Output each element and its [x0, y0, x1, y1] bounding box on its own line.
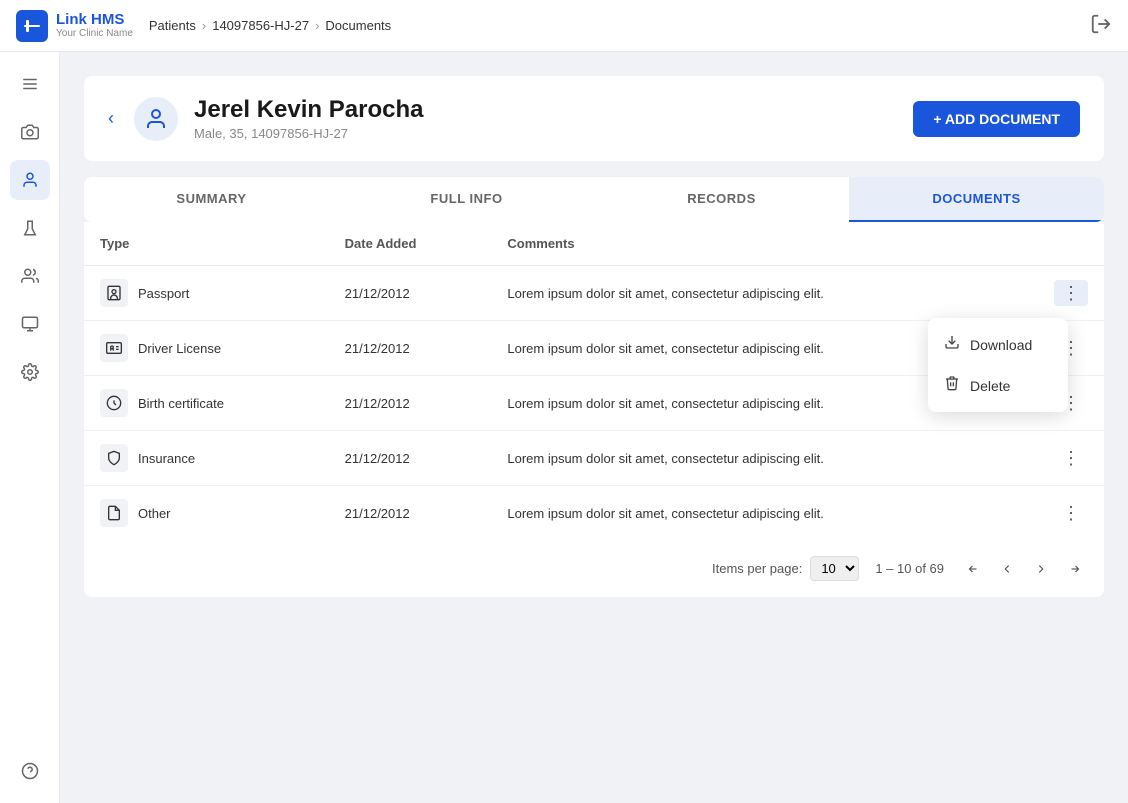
row-date-cell: 21/12/2012 — [329, 431, 492, 486]
topbar: Link HMS Your Clinic Name Patients › 140… — [0, 0, 1128, 52]
doc-type-label: Other — [138, 506, 171, 521]
breadcrumb-patient-id[interactable]: 14097856-HJ-27 — [212, 18, 309, 33]
breadcrumb-sep2: › — [315, 18, 319, 33]
tabs: SUMMARY FULL INFO RECORDS DOCUMENTS — [84, 177, 1104, 222]
tab-fullinfo[interactable]: FULL INFO — [339, 177, 594, 222]
doc-type-label: Passport — [138, 286, 189, 301]
last-page-button[interactable] — [1062, 558, 1088, 580]
download-label: Download — [970, 337, 1032, 353]
row-comment-cell: Lorem ipsum dolor sit amet, consectetur … — [491, 486, 1038, 541]
context-menu: Download Delete — [928, 318, 1068, 412]
row-comment-cell: Lorem ipsum dolor sit amet, consectetur … — [491, 266, 1038, 321]
birth-certificate-icon — [100, 389, 128, 417]
patient-card: ‹ Jerel Kevin Parocha Male, 35, 14097856… — [84, 76, 1104, 161]
row-more-button[interactable]: ⋮ — [1054, 500, 1088, 526]
passport-icon — [100, 279, 128, 307]
items-per-page-label: Items per page: — [712, 561, 802, 576]
prev-page-button[interactable] — [994, 558, 1020, 580]
col-date: Date Added — [329, 222, 492, 266]
row-date-cell: 21/12/2012 — [329, 321, 492, 376]
patient-sub: Male, 35, 14097856-HJ-27 — [194, 126, 897, 141]
sidebar-item-groups[interactable] — [10, 256, 50, 296]
tab-records[interactable]: RECORDS — [594, 177, 849, 222]
delete-label: Delete — [970, 378, 1010, 394]
row-actions-cell: ⋮ — [1038, 431, 1104, 486]
doc-type-label: Birth certificate — [138, 396, 224, 411]
other-doc-icon — [100, 499, 128, 527]
col-comments: Comments — [491, 222, 1038, 266]
row-date-cell: 21/12/2012 — [329, 486, 492, 541]
row-more-button[interactable]: ⋮ — [1054, 280, 1088, 306]
tab-summary[interactable]: SUMMARY — [84, 177, 339, 222]
row-more-button[interactable]: ⋮ — [1054, 445, 1088, 471]
row-type-cell: Other — [84, 486, 329, 541]
patient-name: Jerel Kevin Parocha — [194, 96, 897, 124]
add-document-button[interactable]: + ADD DOCUMENT — [913, 101, 1080, 137]
tab-documents[interactable]: DOCUMENTS — [849, 177, 1104, 222]
row-type-cell: Birth certificate — [84, 376, 329, 431]
col-type: Type — [84, 222, 329, 266]
table-header-row: Type Date Added Comments — [84, 222, 1104, 266]
context-menu-download[interactable]: Download — [928, 324, 1068, 365]
first-page-button[interactable] — [960, 558, 986, 580]
breadcrumb-sep1: › — [202, 18, 206, 33]
context-menu-delete[interactable]: Delete — [928, 365, 1068, 406]
logo-text: Link HMS — [56, 12, 133, 29]
table-row: Insurance 21/12/2012 Lorem ipsum dolor s… — [84, 431, 1104, 486]
sidebar — [0, 52, 60, 803]
row-actions-cell: ⋮ — [1038, 486, 1104, 541]
delete-icon — [944, 375, 960, 396]
main-content: ‹ Jerel Kevin Parocha Male, 35, 14097856… — [60, 52, 1128, 803]
patient-info: Jerel Kevin Parocha Male, 35, 14097856-H… — [194, 96, 897, 141]
exit-icon[interactable] — [1090, 13, 1112, 38]
driver-license-icon — [100, 334, 128, 362]
table-row: Passport 21/12/2012 Lorem ipsum dolor si… — [84, 266, 1104, 321]
page-range: 1 – 10 of 69 — [875, 561, 944, 576]
next-page-button[interactable] — [1028, 558, 1054, 580]
logo-sub: Your Clinic Name — [56, 28, 133, 39]
sidebar-item-menu[interactable] — [10, 64, 50, 104]
row-actions-cell: ⋮ — [1038, 266, 1104, 321]
back-button[interactable]: ‹ — [108, 108, 114, 129]
row-type-cell: Driver License — [84, 321, 329, 376]
sidebar-item-patient[interactable] — [10, 160, 50, 200]
row-type-cell: Insurance — [84, 431, 329, 486]
table-row: Other 21/12/2012 Lorem ipsum dolor sit a… — [84, 486, 1104, 541]
col-actions — [1038, 222, 1104, 266]
pagination: Items per page: 10 25 50 1 – 10 of 69 — [84, 540, 1104, 581]
insurance-icon — [100, 444, 128, 472]
sidebar-item-camera[interactable] — [10, 112, 50, 152]
breadcrumb-patients[interactable]: Patients — [149, 18, 196, 33]
patient-avatar — [134, 97, 178, 141]
doc-type-label: Insurance — [138, 451, 195, 466]
row-comment-cell: Lorem ipsum dolor sit amet, consectetur … — [491, 431, 1038, 486]
sidebar-item-monitor[interactable] — [10, 304, 50, 344]
row-date-cell: 21/12/2012 — [329, 376, 492, 431]
sidebar-item-lab[interactable] — [10, 208, 50, 248]
row-date-cell: 21/12/2012 — [329, 266, 492, 321]
breadcrumb: Patients › 14097856-HJ-27 › Documents — [149, 18, 391, 33]
sidebar-item-settings[interactable] — [10, 352, 50, 392]
logo-icon — [16, 10, 48, 42]
doc-type-label: Driver License — [138, 341, 221, 356]
breadcrumb-documents: Documents — [325, 18, 391, 33]
sidebar-item-help[interactable] — [10, 751, 50, 791]
add-doc-label: + ADD DOCUMENT — [933, 111, 1060, 127]
items-per-page-select[interactable]: 10 25 50 — [810, 556, 859, 581]
row-type-cell: Passport — [84, 266, 329, 321]
logo[interactable]: Link HMS Your Clinic Name — [16, 10, 133, 42]
download-icon — [944, 334, 960, 355]
